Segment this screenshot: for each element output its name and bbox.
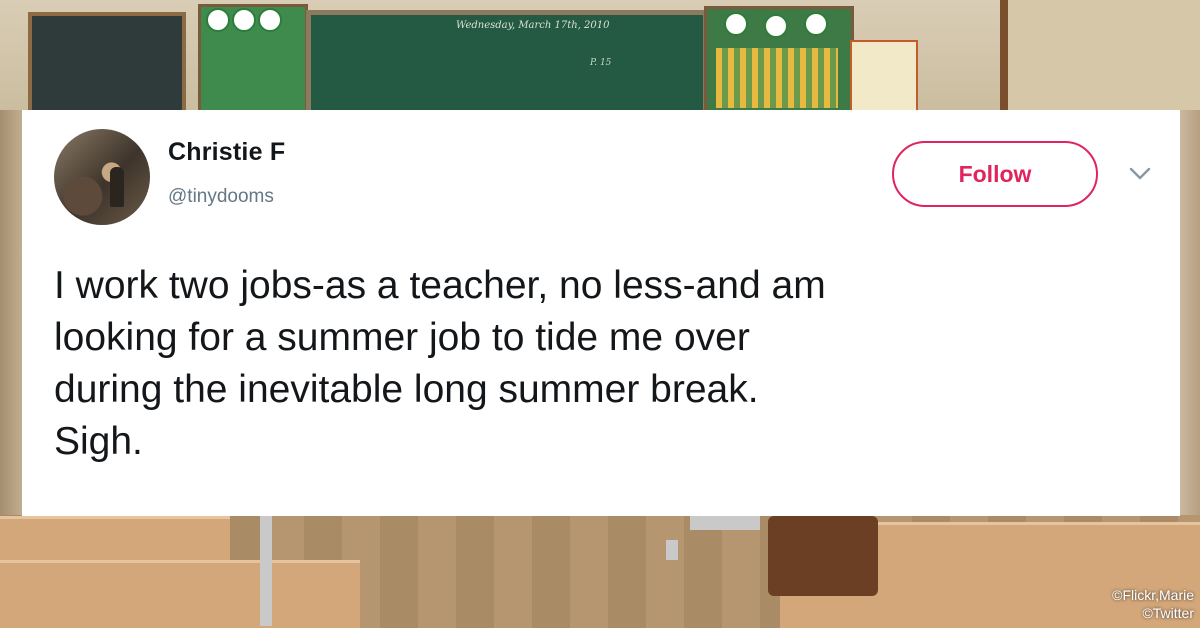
chalkboard-note: P. 15: [590, 58, 612, 68]
chalkboard-date: Wednesday, March 17th, 2010: [456, 20, 610, 31]
tweet-card: Christie F @tinydooms Follow I work two …: [22, 110, 1180, 516]
desk-leg: [666, 540, 678, 560]
wall-badge: [724, 12, 748, 36]
wall-badge: [804, 12, 828, 36]
desk: [0, 560, 360, 628]
classroom-door: [1000, 0, 1200, 110]
author-name[interactable]: Christie F: [168, 138, 285, 167]
wall-left: [0, 110, 22, 518]
desk-leg: [690, 516, 760, 530]
credit-flickr: ©Flickr,Marie: [1112, 587, 1194, 603]
dark-board: [28, 12, 186, 120]
wall-chart-columns: [716, 48, 838, 108]
poster: [850, 40, 918, 116]
chair: [768, 516, 878, 596]
wall-badge: [232, 8, 256, 32]
desk-leg: [260, 516, 272, 626]
image-credits: ©Flickr,Marie ©Twitter: [1112, 586, 1194, 622]
wall-badge: [764, 14, 788, 38]
credit-twitter: ©Twitter: [1142, 605, 1194, 621]
wall-right: [1180, 110, 1200, 518]
wall-badge: [206, 8, 230, 32]
wall-badge: [258, 8, 282, 32]
avatar-figure: [110, 167, 124, 207]
author-handle[interactable]: @tinydooms: [168, 186, 274, 208]
chevron-down-icon[interactable]: [1128, 166, 1152, 182]
tweet-text: I work two jobs-as a teacher, no less-an…: [54, 264, 826, 463]
avatar[interactable]: [54, 129, 150, 225]
follow-button[interactable]: Follow: [892, 141, 1098, 207]
